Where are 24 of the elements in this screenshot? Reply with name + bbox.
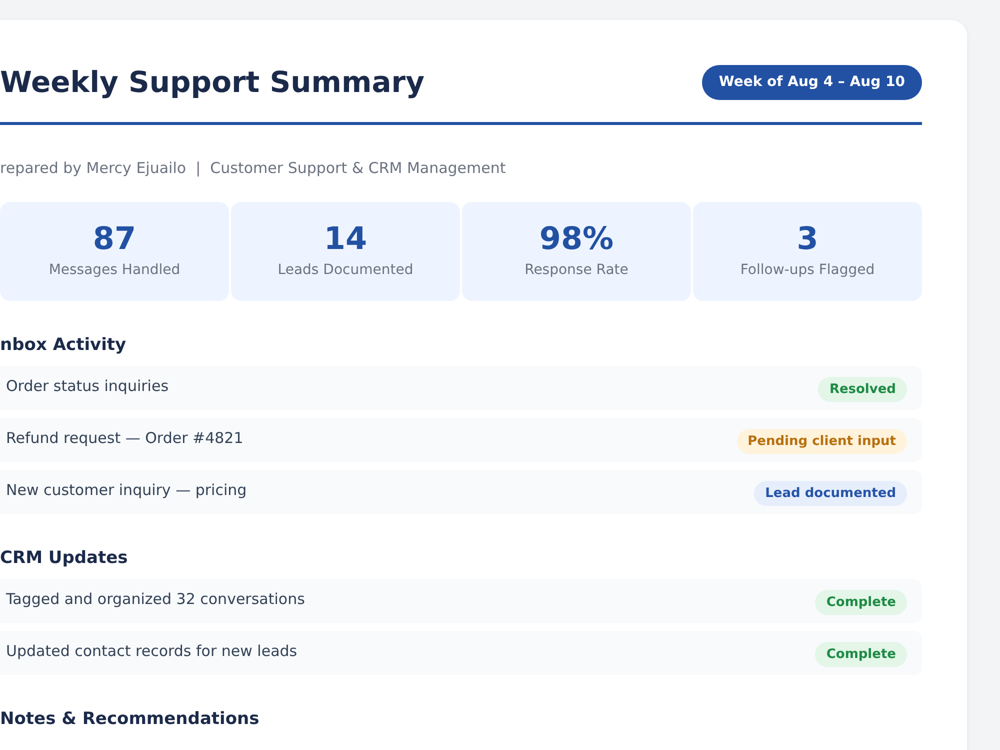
row-text: New customer inquiry — pricing [6, 480, 247, 500]
row-text: Tagged and organized 32 conversations [6, 588, 305, 610]
report-subtitle: repared by Mercy Ejuailo | Customer Support & CRM Management [0, 158, 507, 179]
row-text: Order status inquiries [6, 376, 169, 396]
status-badge: Complete [815, 590, 907, 615]
row-text: Updated contact records for new leads [6, 640, 298, 662]
stat-label: Follow-ups Flagged [740, 260, 875, 280]
section-heading: nbox Activity [0, 334, 128, 356]
stat-value: 87 [92, 220, 136, 258]
status-badge: Resolved [818, 376, 907, 402]
stat-value: 3 [796, 220, 818, 258]
stat-label: Leads Documented [278, 260, 414, 280]
report-title: Weekly Support Summary [0, 64, 424, 100]
row-text: Refund request — Order #4821 [6, 428, 244, 448]
stat-label: Messages Handled [48, 260, 180, 280]
stat-label: Response Rate [524, 260, 628, 280]
week-badge: Week of Aug 4 – Aug 10 [702, 64, 922, 100]
section-heading: CRM Updates [0, 546, 129, 568]
section-heading: Notes & Recommendations [0, 708, 260, 730]
status-badge: Complete [815, 642, 907, 667]
stat-value: 98% [539, 220, 614, 258]
status-badge: Pending client input [736, 428, 907, 454]
status-badge: Lead documented [754, 480, 907, 506]
stat-value: 14 [324, 220, 368, 258]
